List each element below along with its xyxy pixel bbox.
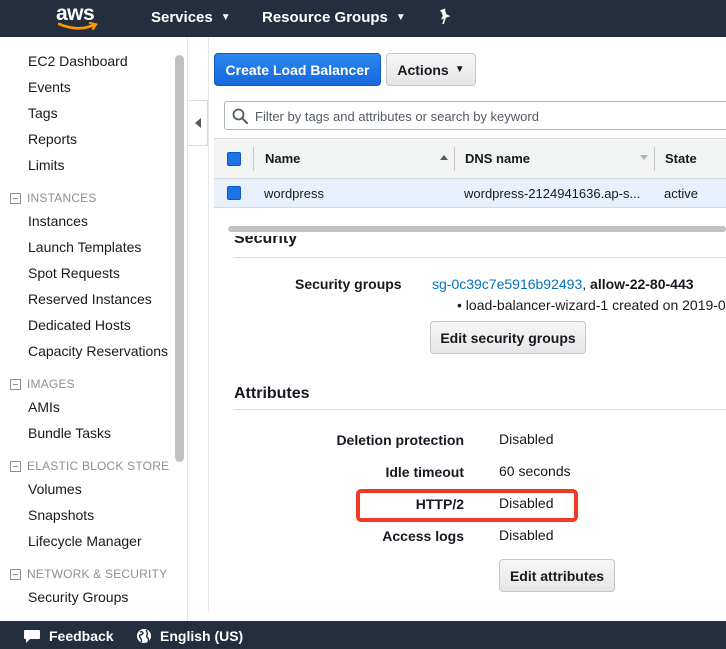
sidebar-item-instances[interactable]: Instances	[28, 213, 88, 229]
collapse-minus-icon	[10, 378, 21, 390]
chevron-down-icon: ▼	[220, 12, 231, 23]
table-row[interactable]: wordpress wordpress-2124941636.ap-s... a…	[214, 179, 726, 208]
security-group-name: allow-22-80-443	[590, 276, 694, 292]
filter-placeholder: Filter by tags and attributes or search …	[255, 109, 539, 124]
aws-smile-icon	[58, 22, 98, 31]
feedback-label: Feedback	[49, 628, 114, 644]
sidebar-item-capacity-reservations[interactable]: Capacity Reservations	[28, 343, 168, 359]
sidebar-section-images[interactable]: IMAGES	[10, 377, 75, 391]
sidebar-item-amis[interactable]: AMIs	[28, 399, 60, 415]
sidebar-section-title: IMAGES	[27, 377, 75, 391]
collapse-minus-icon	[10, 192, 21, 204]
collapse-minus-icon	[10, 460, 21, 472]
annotation-highlight-box	[356, 489, 578, 522]
column-header-state[interactable]: State	[665, 151, 697, 166]
idle-timeout-label: Idle timeout	[385, 464, 464, 480]
sidebar-item-snapshots[interactable]: Snapshots	[28, 507, 94, 523]
chevron-left-icon	[194, 118, 201, 128]
resource-groups-label: Resource Groups	[262, 9, 388, 26]
select-all-checkbox[interactable]	[227, 152, 241, 166]
cell-state: active	[664, 186, 698, 201]
sidebar-collapse-toggle[interactable]	[188, 100, 208, 146]
chevron-down-icon: ▼	[395, 12, 406, 23]
globe-icon	[137, 629, 151, 643]
sidebar-item-bundle-tasks[interactable]: Bundle Tasks	[28, 425, 111, 441]
footer-bar: Feedback English (US)	[0, 621, 726, 649]
sidebar-item-limits[interactable]: Limits	[28, 157, 65, 173]
table-header: Name DNS name State	[214, 138, 726, 179]
security-group-description: • load-balancer-wizard-1 created on 2019…	[457, 297, 726, 313]
speech-bubble-icon	[24, 629, 40, 643]
sidebar-item-tags[interactable]: Tags	[28, 105, 58, 121]
sidebar: EC2 Dashboard Events Tags Reports Limits…	[0, 37, 188, 621]
attributes-heading: Attributes	[234, 385, 310, 402]
column-divider	[253, 147, 254, 171]
horizontal-scrollbar[interactable]	[228, 226, 726, 232]
column-divider	[654, 147, 655, 171]
row-checkbox[interactable]	[227, 186, 241, 200]
sidebar-item-dedicated-hosts[interactable]: Dedicated Hosts	[28, 317, 131, 333]
pin-icon[interactable]	[437, 8, 453, 26]
chevron-down-icon: ▼	[454, 64, 465, 75]
deletion-protection-label: Deletion protection	[336, 432, 464, 448]
access-logs-label: Access logs	[382, 528, 464, 544]
sidebar-item-lifecycle-manager[interactable]: Lifecycle Manager	[28, 533, 142, 549]
sidebar-section-elastic-block-store[interactable]: ELASTIC BLOCK STORE	[10, 459, 169, 473]
security-group-separator: ,	[582, 276, 587, 292]
services-label: Services	[151, 9, 213, 26]
resource-groups-menu[interactable]: Resource Groups ▼	[262, 9, 406, 26]
sidebar-item-ec2-dashboard[interactable]: EC2 Dashboard	[28, 53, 128, 69]
sidebar-item-launch-templates[interactable]: Launch Templates	[28, 239, 141, 255]
language-selector[interactable]: English (US)	[136, 628, 243, 644]
deletion-protection-value: Disabled	[499, 431, 554, 447]
security-group-id-link[interactable]: sg-0c39c7e5916b92493	[432, 276, 582, 292]
security-heading-clipped: Security	[234, 236, 334, 252]
sort-ascending-icon[interactable]	[440, 155, 448, 160]
sidebar-item-volumes[interactable]: Volumes	[28, 481, 82, 497]
actions-dropdown[interactable]: Actions ▼	[386, 53, 476, 86]
column-divider	[454, 147, 455, 171]
aws-logo[interactable]: aws	[56, 2, 100, 32]
sidebar-section-network-security[interactable]: NETWORK & SECURITY	[10, 567, 167, 581]
sidebar-item-reports[interactable]: Reports	[28, 131, 77, 147]
security-group-value: sg-0c39c7e5916b92493, allow-22-80-443	[432, 276, 694, 292]
sidebar-item-events[interactable]: Events	[28, 79, 71, 95]
feedback-link[interactable]: Feedback	[23, 628, 114, 644]
column-header-name[interactable]: Name	[265, 151, 300, 166]
search-icon	[232, 108, 248, 124]
access-logs-value: Disabled	[499, 527, 554, 543]
sort-descending-icon[interactable]	[640, 155, 648, 160]
top-navigation-bar: aws Services ▼ Resource Groups ▼	[0, 0, 726, 37]
sidebar-section-instances[interactable]: INSTANCES	[10, 191, 97, 205]
filter-search-input[interactable]: Filter by tags and attributes or search …	[224, 101, 726, 130]
sidebar-section-title: ELASTIC BLOCK STORE	[27, 459, 170, 473]
sidebar-item-spot-requests[interactable]: Spot Requests	[28, 265, 120, 281]
create-load-balancer-button[interactable]: Create Load Balancer	[214, 53, 381, 86]
services-menu[interactable]: Services ▼	[151, 9, 231, 26]
edit-security-groups-button[interactable]: Edit security groups	[430, 321, 586, 354]
security-groups-label: Security groups	[295, 276, 402, 292]
section-divider	[234, 409, 726, 410]
language-label: English (US)	[160, 628, 244, 644]
actions-label: Actions	[397, 61, 449, 78]
sidebar-item-security-groups[interactable]: Security Groups	[28, 589, 128, 605]
sidebar-section-title: INSTANCES	[27, 191, 97, 205]
cell-name: wordpress	[264, 186, 324, 201]
column-header-dns-name[interactable]: DNS name	[465, 151, 530, 166]
sidebar-item-reserved-instances[interactable]: Reserved Instances	[28, 291, 152, 307]
edit-attributes-button[interactable]: Edit attributes	[499, 559, 615, 592]
section-divider	[234, 257, 726, 258]
collapse-minus-icon	[10, 568, 21, 580]
security-heading: Security	[234, 236, 298, 247]
idle-timeout-value: 60 seconds	[499, 463, 571, 479]
pane-divider	[208, 37, 209, 613]
sidebar-section-title: NETWORK & SECURITY	[27, 567, 168, 581]
cell-dns-name: wordpress-2124941636.ap-s...	[464, 186, 641, 201]
sidebar-scrollbar[interactable]	[175, 55, 184, 462]
